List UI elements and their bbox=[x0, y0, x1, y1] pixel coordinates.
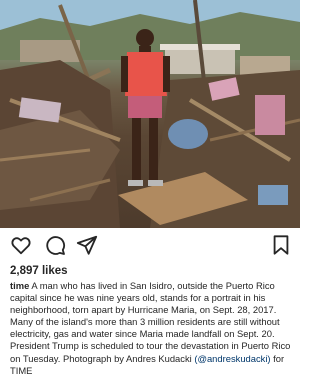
hurricane-debris-photo bbox=[0, 0, 300, 228]
caption-mention[interactable]: (@andreskudacki) bbox=[194, 353, 270, 364]
share-icon[interactable] bbox=[76, 234, 100, 258]
like-count[interactable]: 2,897 likes bbox=[10, 265, 68, 277]
comment-icon[interactable] bbox=[44, 234, 68, 258]
bookmark-icon[interactable] bbox=[270, 234, 294, 258]
heart-icon[interactable] bbox=[10, 234, 34, 258]
post-caption: time A man who has lived in San Isidro, … bbox=[10, 280, 292, 377]
caption-text: A man who has lived in San Isidro, outsi… bbox=[10, 280, 291, 364]
post-actions-bar bbox=[0, 234, 300, 258]
caption-username[interactable]: time bbox=[10, 280, 29, 291]
post-photo[interactable] bbox=[0, 0, 300, 228]
